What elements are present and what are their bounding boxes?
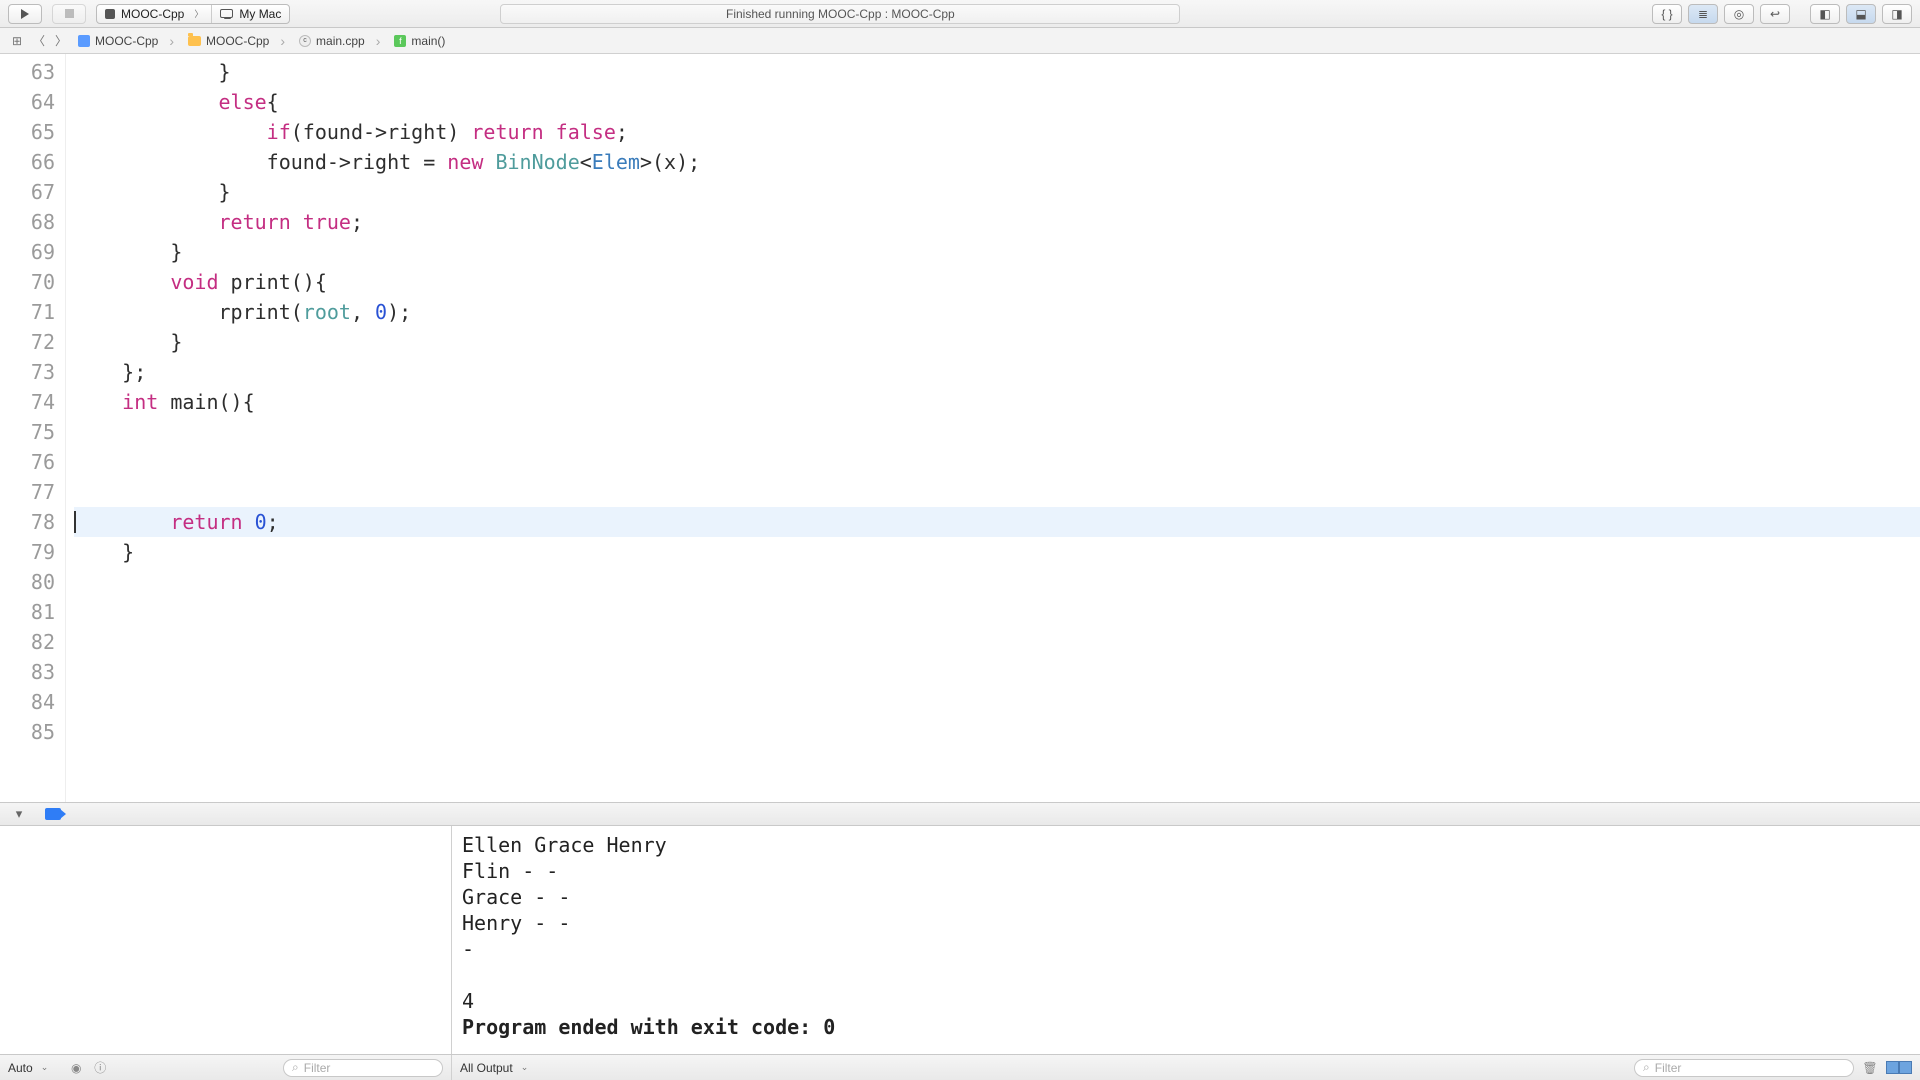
console-output[interactable]: Ellen Grace HenryFlin - -Grace - -Henry … [452, 826, 1920, 1054]
stop-icon [65, 9, 74, 18]
code-snippets-button[interactable]: { } [1652, 4, 1682, 24]
jumpbar-symbol-label: main() [411, 34, 445, 48]
chevron-right-icon: 〉 [194, 7, 203, 20]
play-icon [21, 9, 29, 19]
run-button[interactable] [8, 4, 42, 24]
hide-debug-button[interactable]: ▾ [8, 806, 30, 822]
toggle-console-pane[interactable] [1899, 1061, 1912, 1074]
folder-icon [188, 36, 201, 46]
console-output-selector[interactable]: All Output ⌄ [460, 1061, 528, 1075]
filter-placeholder: Filter [304, 1061, 331, 1075]
jumpbar-file-label: main.cpp [316, 34, 365, 48]
nav-back-button[interactable]: 〈 [28, 32, 50, 50]
output-label: All Output [460, 1061, 513, 1075]
jumpbar-file[interactable]: c main.cpp [293, 33, 388, 49]
jumpbar-project-label: MOOC-Cpp [95, 34, 158, 48]
filter-placeholder: Filter [1655, 1061, 1682, 1075]
code-editor[interactable]: 6364656667686970717273747576777879808182… [0, 54, 1920, 802]
scheme-target-icon [105, 9, 115, 19]
jumpbar-symbol[interactable]: f main() [388, 34, 464, 48]
print-description-button[interactable]: ⓘ [92, 1061, 108, 1075]
clear-console-button[interactable]: 🗑 [1862, 1061, 1878, 1075]
destination-name: My Mac [239, 7, 281, 21]
code-content[interactable]: } else{ if(found->right) return false; f… [66, 54, 1920, 802]
project-icon [78, 35, 90, 47]
function-icon: f [394, 35, 406, 47]
jumpbar-project[interactable]: MOOC-Cpp [72, 33, 182, 49]
chevron-updown-icon: ⌄ [41, 1062, 49, 1073]
chevron-updown-icon: ⌄ [521, 1062, 529, 1073]
variables-scope-selector[interactable]: Auto ⌄ [8, 1061, 48, 1075]
toggle-debug-area-button[interactable]: ⬓ [1846, 4, 1876, 24]
status-text: Finished running MOOC-Cpp : MOOC-Cpp [726, 7, 955, 21]
search-icon: ⌕ [1643, 1060, 1650, 1075]
breakpoint-icon [45, 808, 61, 820]
jumpbar-group-label: MOOC-Cpp [206, 34, 269, 48]
auto-label: Auto [8, 1061, 33, 1075]
line-gutter: 6364656667686970717273747576777879808182… [0, 54, 66, 802]
related-items-button[interactable]: ⊞ [6, 32, 28, 50]
mac-icon [220, 9, 233, 18]
breakpoints-button[interactable] [42, 806, 64, 822]
console-filter-input[interactable]: ⌕ Filter [1634, 1059, 1854, 1077]
assistant-editor-button[interactable]: ◎ [1724, 4, 1754, 24]
variables-pane[interactable] [0, 826, 452, 1054]
variables-filter-input[interactable]: ⌕ Filter [283, 1059, 443, 1077]
search-icon: ⌕ [292, 1060, 299, 1075]
toggle-utilities-button[interactable]: ◨ [1882, 4, 1912, 24]
stop-button[interactable] [52, 4, 86, 24]
version-editor-button[interactable]: ↩ [1760, 4, 1790, 24]
toggle-variables-pane[interactable] [1886, 1061, 1899, 1074]
activity-status: Finished running MOOC-Cpp : MOOC-Cpp [500, 4, 1180, 24]
scheme-selector[interactable]: MOOC-Cpp 〉 My Mac [96, 4, 290, 24]
nav-forward-button[interactable]: 〉 [50, 32, 72, 50]
toggle-panes-group [1886, 1061, 1912, 1074]
jumpbar-group[interactable]: MOOC-Cpp [182, 33, 293, 49]
scheme-name: MOOC-Cpp [121, 7, 184, 21]
toggle-navigator-button[interactable]: ◧ [1810, 4, 1840, 24]
standard-editor-button[interactable]: ≣ [1688, 4, 1718, 24]
quicklook-button[interactable]: ◉ [68, 1061, 84, 1075]
cpp-file-icon: c [299, 35, 311, 47]
